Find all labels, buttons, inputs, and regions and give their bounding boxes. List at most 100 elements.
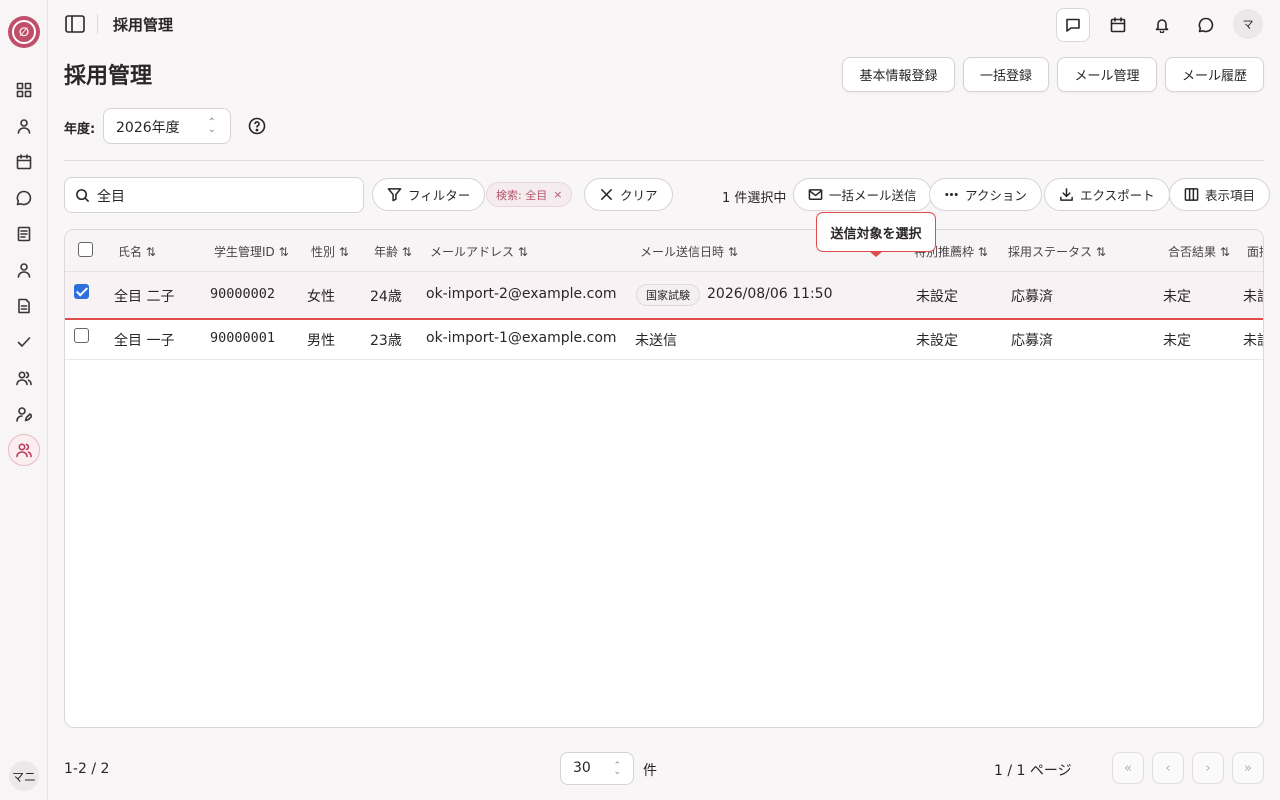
selection-count: 1 件選択中	[722, 191, 787, 206]
chip-close-icon[interactable]: ×	[553, 188, 562, 201]
columns-label: 表示項目	[1205, 188, 1256, 203]
help-icon[interactable]	[248, 117, 266, 135]
file-icon[interactable]	[12, 294, 36, 318]
column-header-interview[interactable]: 面接	[1247, 243, 1263, 260]
users-icon[interactable]	[12, 366, 36, 390]
user-avatar[interactable]: マニ	[9, 761, 39, 791]
calendar-icon	[1110, 17, 1126, 33]
column-header-result[interactable]: 合否結果 ⇅	[1168, 243, 1230, 260]
check-icon[interactable]	[12, 330, 36, 354]
user-edit-icon[interactable]	[12, 402, 36, 426]
cell-recommendation: 未設定	[916, 333, 958, 349]
year-select[interactable]: 2026年度 ⌃ ⌄	[103, 108, 231, 144]
year-label: 年度:	[64, 122, 96, 137]
chat-bubble-icon	[1198, 17, 1214, 33]
more-icon	[945, 192, 958, 196]
message-button[interactable]	[1056, 8, 1090, 42]
action-button[interactable]: アクション	[929, 178, 1042, 211]
download-icon	[1060, 188, 1073, 201]
column-header-status[interactable]: 採用ステータス ⇅	[1008, 243, 1106, 260]
column-header-email[interactable]: メールアドレス ⇅	[430, 243, 528, 260]
last-page-button[interactable]: »	[1232, 752, 1264, 784]
sidebar: ∅ マニ	[0, 0, 48, 800]
mail-history-button[interactable]: メール履歴	[1165, 57, 1264, 92]
message-square-icon	[1066, 18, 1080, 32]
app-logo[interactable]: ∅	[8, 16, 40, 48]
cell-result: 未定	[1163, 289, 1191, 305]
cell-student-id: 90000002	[210, 286, 276, 302]
search-icon	[76, 189, 90, 203]
cell-status: 応募済	[1011, 289, 1053, 305]
chevron-right-icon: ›	[1205, 760, 1211, 776]
person-icon[interactable]	[12, 258, 36, 282]
close-icon	[601, 189, 612, 200]
columns-button[interactable]: 表示項目	[1169, 178, 1271, 211]
double-chevron-right-icon: »	[1244, 760, 1252, 776]
clear-button[interactable]: クリア	[584, 178, 673, 211]
cell-gender: 女性	[307, 289, 335, 305]
page-size-select[interactable]: 30 ⌃ ⌄	[560, 752, 634, 785]
cell-recommendation: 未設定	[916, 289, 958, 305]
bulk-register-button[interactable]: 一括登録	[963, 57, 1049, 92]
table-row[interactable]: 全目 二子 90000002 女性 24歳 ok-import-2@exampl…	[65, 272, 1263, 320]
logo-mark-icon: ∅	[12, 20, 36, 44]
document-icon[interactable]	[12, 222, 36, 246]
calendar-button[interactable]	[1101, 8, 1135, 42]
notification-button[interactable]	[1145, 8, 1179, 42]
columns-icon	[1184, 188, 1199, 201]
export-label: エクスポート	[1080, 188, 1155, 203]
page-size-unit: 件	[643, 763, 657, 779]
column-header-age[interactable]: 年齢 ⇅	[374, 243, 412, 260]
dashboard-icon[interactable]	[12, 78, 36, 102]
row-checkbox[interactable]	[74, 284, 89, 299]
mail-icon	[808, 189, 823, 200]
top-bar: 採用管理 マ	[48, 0, 1280, 48]
page-title: 採用管理	[64, 64, 153, 89]
basic-info-register-button[interactable]: 基本情報登録	[842, 57, 955, 92]
cell-mail-date: 2026/08/06 11:50	[707, 286, 833, 302]
bell-icon	[1155, 19, 1169, 33]
filter-button[interactable]: フィルター	[372, 178, 486, 211]
bulk-mail-button[interactable]: 一括メール送信	[793, 178, 932, 211]
prev-page-button[interactable]: ‹	[1152, 752, 1184, 784]
calendar-icon[interactable]	[12, 150, 36, 174]
cell-email: ok-import-1@example.com	[426, 330, 617, 346]
search-input[interactable]: 全目	[64, 177, 364, 213]
search-value: 全目	[97, 189, 125, 205]
panel-toggle-icon[interactable]	[64, 13, 86, 35]
select-recipients-tooltip: 送信対象を選択	[816, 212, 936, 252]
cell-email: ok-import-2@example.com	[426, 286, 617, 302]
cell-age: 23歳	[370, 333, 402, 349]
row-checkbox[interactable]	[74, 328, 89, 343]
bulk-mail-label: 一括メール送信	[829, 188, 917, 203]
export-button[interactable]: エクスポート	[1044, 178, 1170, 211]
chevron-updown-icon: ⌃ ⌄	[207, 117, 216, 135]
exam-badge: 国家試験	[636, 284, 700, 306]
cell-interview: 未設	[1243, 289, 1263, 305]
user-icon[interactable]	[12, 114, 36, 138]
mail-management-button[interactable]: メール管理	[1057, 57, 1157, 92]
filter-label: フィルター	[408, 188, 471, 203]
search-filter-chip[interactable]: 検索: 全目 ×	[486, 182, 573, 207]
cell-mail-date: 未送信	[635, 333, 677, 349]
column-header-mail-date[interactable]: メール送信日時 ⇅	[640, 243, 738, 260]
column-header-gender[interactable]: 性別 ⇅	[311, 243, 349, 260]
cell-interview: 未設	[1243, 333, 1263, 349]
double-chevron-left-icon: «	[1124, 760, 1132, 776]
cell-name: 全目 二子	[114, 289, 175, 305]
chat-button[interactable]	[1189, 8, 1223, 42]
header-title: 採用管理	[113, 16, 174, 34]
applicants-table: 氏名 ⇅ 学生管理ID ⇅ 性別 ⇅ 年齢 ⇅ メールアドレス ⇅ メール送信日…	[64, 229, 1264, 728]
column-header-student-id[interactable]: 学生管理ID ⇅	[214, 243, 289, 260]
column-header-name[interactable]: 氏名 ⇅	[118, 243, 156, 260]
users-active-icon[interactable]	[12, 438, 36, 462]
header-avatar[interactable]: マ	[1233, 9, 1263, 39]
next-page-button[interactable]: ›	[1192, 752, 1224, 784]
first-page-button[interactable]: «	[1112, 752, 1144, 784]
chip-label: 検索: 全目	[496, 188, 548, 202]
select-all-checkbox[interactable]	[78, 242, 93, 257]
header-divider	[97, 14, 98, 34]
table-row[interactable]: 全目 一子 90000001 男性 23歳 ok-import-1@exampl…	[65, 320, 1263, 360]
chat-icon[interactable]	[12, 186, 36, 210]
table-header: 氏名 ⇅ 学生管理ID ⇅ 性別 ⇅ 年齢 ⇅ メールアドレス ⇅ メール送信日…	[65, 230, 1263, 272]
